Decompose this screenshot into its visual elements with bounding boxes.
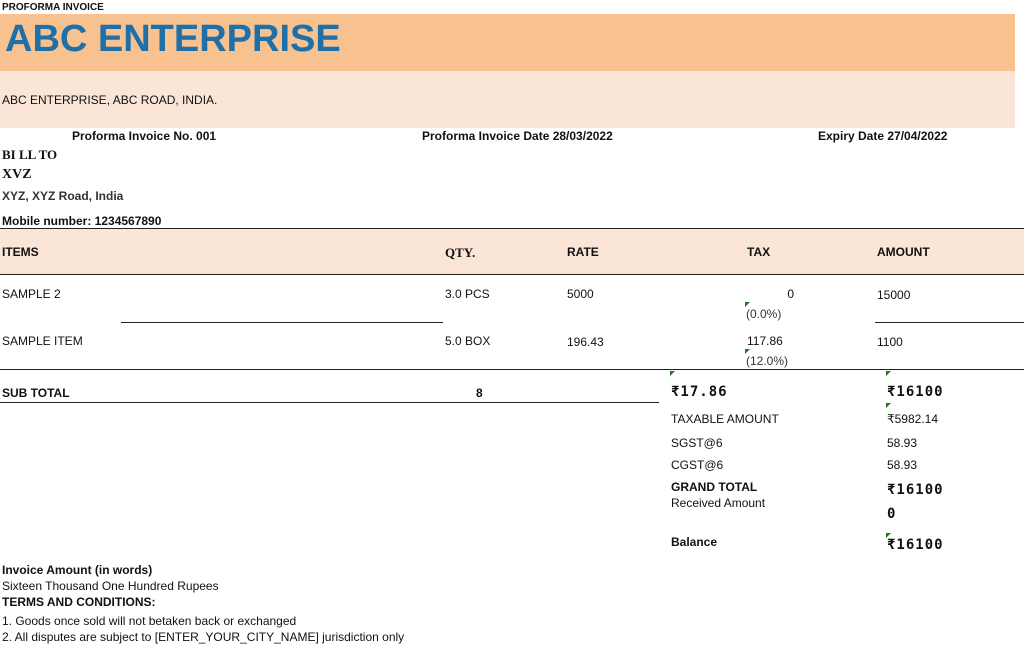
row1-item: SAMPLE 2 — [2, 287, 61, 301]
taxable-marker — [886, 403, 891, 408]
col-header-qty: QTY. — [445, 245, 476, 260]
bill-to-address: XYZ, XYZ Road, India — [2, 189, 124, 203]
row1-qty: 3.0 PCS — [445, 287, 490, 301]
invoice-number: Proforma Invoice No. 001 — [72, 129, 217, 143]
subtotal-tax: ₹17.86 — [671, 384, 728, 400]
bill-to-heading: BI LL TO — [2, 147, 58, 162]
row2-tax: 117.86 — [747, 334, 783, 348]
subtotal-qty: 8 — [476, 386, 483, 400]
expiry-date: Expiry Date 27/04/2022 — [818, 129, 948, 143]
subtotal-underline — [0, 402, 659, 403]
received-value: 0 — [887, 506, 897, 522]
row2-amount: 1100 — [877, 335, 903, 349]
row1-rate: 5000 — [567, 287, 594, 301]
cgst-value: 58.93 — [887, 458, 918, 472]
company-address: ABC ENTERPRISE, ABC ROAD, INDIA. — [2, 93, 218, 107]
bill-to-name: XVZ — [2, 167, 32, 182]
received-label: Received Amount — [671, 496, 766, 510]
subtotal-amount-marker — [886, 371, 891, 376]
col-header-tax: TAX — [747, 245, 771, 259]
col-header-rate: RATE — [567, 245, 599, 259]
subtotal-label: SUB TOTAL — [2, 386, 70, 400]
table-bottom-rule — [0, 369, 1024, 370]
sgst-label: SGST@6 — [671, 436, 723, 450]
taxable-value: ₹5982.14 — [887, 412, 939, 426]
company-name: ABC ENTERPRISE — [5, 18, 341, 60]
row2-item: SAMPLE ITEM — [2, 334, 83, 348]
terms-item: 1. Goods once sold will not betaken back… — [2, 614, 297, 628]
cgst-label: CGST@6 — [671, 458, 724, 472]
row2-rate: 196.43 — [567, 335, 604, 349]
grand-total-value: ₹16100 — [887, 482, 944, 498]
amount-in-words-value: Sixteen Thousand One Hundred Rupees — [2, 579, 219, 593]
row2-qty: 5.0 BOX — [445, 334, 491, 348]
subtotal-amount: ₹16100 — [887, 384, 944, 400]
row1-item-underline — [121, 322, 443, 323]
subtotal-tax-marker — [670, 371, 675, 376]
sgst-value: 58.93 — [887, 436, 918, 450]
row1-amount-underline — [875, 322, 1024, 323]
row1-tax-pct: (0.0%) — [746, 307, 782, 321]
balance-value: ₹16100 — [887, 537, 944, 553]
invoice-date: Proforma Invoice Date 28/03/2022 — [422, 129, 613, 143]
table-header-band — [0, 229, 1024, 274]
amount-in-words-heading: Invoice Amount (in words) — [2, 563, 153, 577]
terms-heading: TERMS AND CONDITIONS: — [2, 595, 156, 609]
row1-tax: 0 — [787, 287, 794, 301]
row1-amount: 15000 — [877, 288, 911, 302]
col-header-items: ITEMS — [2, 245, 39, 259]
taxable-label: TAXABLE AMOUNT — [671, 412, 779, 426]
col-header-amount: AMOUNT — [877, 245, 930, 259]
table-header-rule — [0, 274, 1024, 275]
grand-total-label: GRAND TOTAL — [671, 480, 758, 494]
terms-item: 2. All disputes are subject to [ENTER_YO… — [2, 630, 405, 644]
document-type-label: PROFORMA INVOICE — [2, 2, 104, 13]
bill-to-mobile: Mobile number: 1234567890 — [2, 214, 162, 228]
row2-tax-pct: (12.0%) — [746, 354, 789, 368]
balance-label: Balance — [671, 535, 718, 549]
